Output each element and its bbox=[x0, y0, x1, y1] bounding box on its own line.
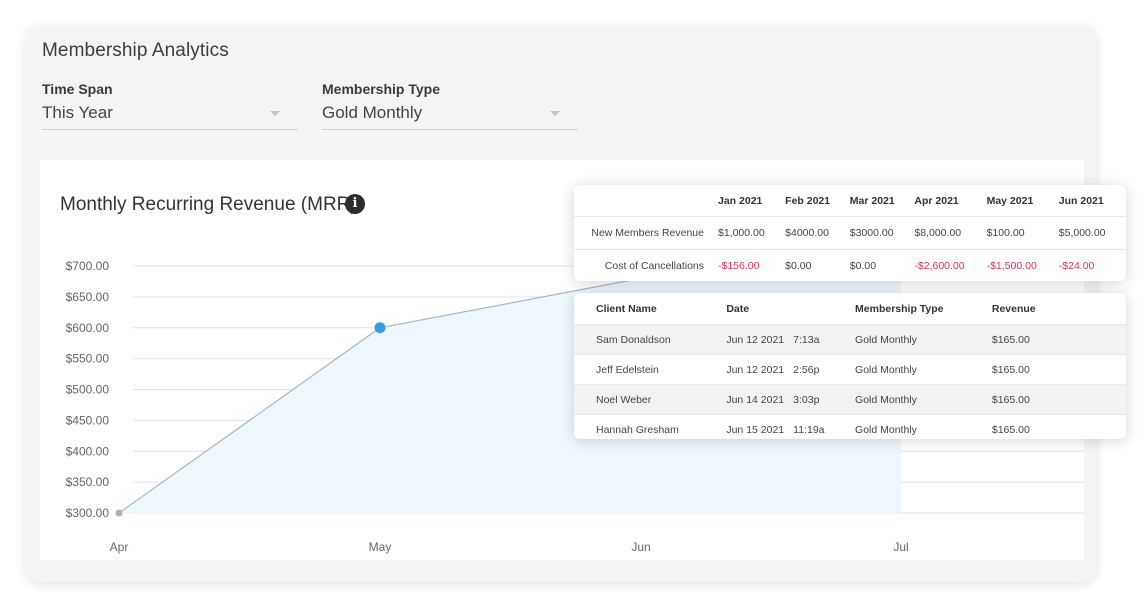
client-membership-type: Gold Monthly bbox=[833, 324, 970, 355]
client-revenue: $165.00 bbox=[969, 414, 1126, 439]
client-name: Noel Weber bbox=[574, 384, 705, 415]
time-span-value: This Year bbox=[42, 103, 113, 122]
client-date-cell: Jun 14 2021 3:03p bbox=[704, 384, 834, 415]
chevron-down-icon bbox=[550, 111, 560, 116]
x-tick-label: Apr bbox=[110, 540, 129, 554]
client-name: Jeff Edelstein bbox=[574, 354, 705, 385]
client-date: Jun 12 2021 bbox=[726, 333, 785, 346]
client-date: Jun 14 2021 bbox=[726, 393, 785, 406]
client-row[interactable]: Noel Weber Jun 14 2021 3:03p Gold Monthly $1… bbox=[574, 384, 1126, 415]
summary-corner-header bbox=[574, 185, 718, 217]
x-tick-label: Jun bbox=[631, 540, 650, 554]
summary-cell: $100.00 bbox=[986, 216, 1059, 250]
summary-column-header: Jan 2021 bbox=[718, 185, 786, 217]
summary-cell: -$156.00 bbox=[718, 260, 760, 272]
client-revenue: $165.00 bbox=[969, 384, 1126, 415]
clients-column-header: Revenue bbox=[991, 302, 1036, 315]
summary-column-header: Apr 2021 bbox=[914, 185, 987, 217]
summary-cell: $5,000.00 bbox=[1058, 216, 1126, 250]
client-membership-type: Gold Monthly bbox=[833, 354, 970, 385]
client-row[interactable]: Jeff Edelstein Jun 12 2021 2:56p Gold Month… bbox=[574, 354, 1126, 385]
summary-row: New Members Revenue $1,000.00 $4000.00 $300… bbox=[574, 216, 1126, 250]
panel-title: Membership Analytics bbox=[42, 40, 229, 61]
summary-cell: -$1,500.00 bbox=[986, 260, 1037, 272]
client-time: 11:19a bbox=[793, 423, 825, 436]
client-date-cell: Jun 12 2021 7:13a bbox=[704, 324, 834, 355]
summary-row-label: New Members Revenue bbox=[574, 216, 718, 250]
time-span-select[interactable]: This Year bbox=[42, 101, 298, 130]
summary-cell: $1,000.00 bbox=[718, 216, 786, 250]
revenue-summary-table: Jan 2021 Feb 2021 Mar 2021 Apr 2021 May 2021… bbox=[574, 185, 1126, 282]
time-span-filter: Time Span This Year bbox=[42, 81, 298, 130]
chevron-down-icon bbox=[270, 111, 280, 116]
y-tick-label: $650.00 bbox=[66, 290, 110, 304]
y-tick-label: $600.00 bbox=[66, 321, 110, 335]
y-tick-label: $500.00 bbox=[66, 383, 110, 397]
client-time: 3:03p bbox=[793, 393, 820, 406]
summary-column-header: May 2021 bbox=[986, 185, 1059, 217]
y-tick-label: $350.00 bbox=[66, 475, 110, 489]
membership-type-value: Gold Monthly bbox=[322, 103, 423, 122]
clients-column-header: Client Name bbox=[596, 302, 657, 315]
summary-cell: $3000.00 bbox=[849, 216, 915, 250]
summary-row: Cost of Cancellations -$156.00 $0.00 $0.00 -… bbox=[574, 250, 1126, 283]
client-membership-type: Gold Monthly bbox=[833, 414, 970, 439]
chart-title: Monthly Recurring Revenue (MRR) bbox=[60, 194, 357, 215]
client-row[interactable]: Sam Donaldson Jun 12 2021 7:13a Gold Monthl… bbox=[574, 324, 1126, 355]
y-tick-label: $550.00 bbox=[66, 352, 110, 366]
client-revenue: $165.00 bbox=[969, 324, 1126, 355]
clients-column-header: Membership Type bbox=[855, 302, 944, 315]
client-time: 7:13a bbox=[793, 333, 820, 346]
summary-cell: $0.00 bbox=[849, 260, 877, 272]
summary-row-label: Cost of Cancellations bbox=[604, 260, 704, 272]
client-date-cell: Jun 12 2021 2:56p bbox=[704, 354, 834, 385]
membership-type-filter: Membership Type Gold Monthly bbox=[322, 81, 578, 130]
summary-column-header: Feb 2021 bbox=[785, 185, 850, 217]
data-point[interactable] bbox=[115, 509, 123, 517]
y-tick-label: $700.00 bbox=[66, 259, 110, 273]
recent-clients-card: Client Name Date Membership Type Revenue Sa… bbox=[574, 293, 1126, 439]
client-membership-type: Gold Monthly bbox=[833, 384, 970, 415]
membership-type-select[interactable]: Gold Monthly bbox=[322, 101, 578, 130]
summary-cell: -$24.00 bbox=[1058, 260, 1095, 272]
client-row[interactable]: Hannah Gresham Jun 15 2021 11:19a Gold Mont… bbox=[574, 414, 1126, 439]
x-tick-label: May bbox=[369, 540, 392, 554]
recent-clients-table: Client Name Date Membership Type Revenue Sa… bbox=[574, 293, 1126, 439]
summary-cell: -$2,600.00 bbox=[914, 260, 965, 272]
revenue-summary-card: Jan 2021 Feb 2021 Mar 2021 Apr 2021 May 2021… bbox=[574, 185, 1126, 281]
clients-column-header: Date bbox=[726, 302, 750, 315]
y-tick-label: $450.00 bbox=[66, 413, 110, 427]
summary-cell: $8,000.00 bbox=[914, 216, 987, 250]
highlighted-data-point[interactable] bbox=[374, 322, 386, 334]
client-time: 2:56p bbox=[793, 363, 820, 376]
summary-cell: $0.00 bbox=[785, 260, 812, 272]
info-icon[interactable]: i bbox=[345, 194, 365, 214]
summary-column-header: Jun 2021 bbox=[1058, 185, 1126, 217]
membership-type-label: Membership Type bbox=[322, 81, 440, 97]
client-date: Jun 15 2021 bbox=[726, 423, 785, 436]
time-span-label: Time Span bbox=[42, 81, 113, 97]
client-date-cell: Jun 15 2021 11:19a bbox=[704, 414, 834, 439]
summary-column-header: Mar 2021 bbox=[849, 185, 915, 217]
client-date: Jun 12 2021 bbox=[726, 363, 785, 376]
x-tick-label: Jul bbox=[893, 540, 908, 554]
client-revenue: $165.00 bbox=[969, 354, 1126, 385]
client-name: Hannah Gresham bbox=[574, 414, 705, 439]
client-name: Sam Donaldson bbox=[574, 324, 705, 355]
y-tick-label: $300.00 bbox=[66, 506, 110, 520]
summary-cell: $4000.00 bbox=[785, 216, 850, 250]
y-tick-label: $400.00 bbox=[66, 444, 110, 458]
